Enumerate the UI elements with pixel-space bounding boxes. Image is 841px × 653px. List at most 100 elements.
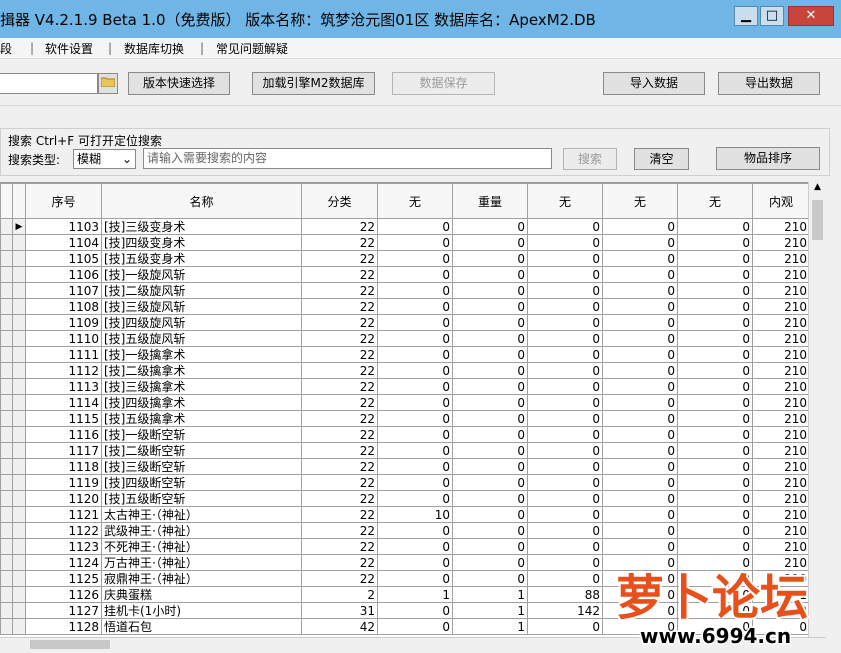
table-cell[interactable]: 210 [752, 250, 810, 267]
table-cell[interactable]: [技]五级旋风斩 [101, 330, 302, 347]
table-cell[interactable]: 0 [377, 570, 453, 587]
table-cell[interactable]: 22 [301, 362, 378, 379]
table-cell[interactable]: 22 [301, 570, 378, 587]
table-cell[interactable]: 0 [602, 490, 678, 507]
menu-faq[interactable]: 常见问题解疑 [216, 40, 288, 57]
table-cell[interactable]: 1 [377, 586, 453, 603]
table-cell[interactable]: 210 [752, 458, 810, 475]
table-cell[interactable]: 10 [377, 506, 453, 523]
table-cell[interactable]: 1106 [25, 266, 102, 283]
table-cell[interactable]: 0 [452, 410, 528, 427]
row-indicator[interactable] [12, 474, 26, 491]
table-cell[interactable]: 0 [452, 490, 528, 507]
table-cell[interactable]: 1109 [25, 314, 102, 331]
table-cell[interactable]: 210 [752, 234, 810, 251]
table-cell[interactable]: 22 [301, 474, 378, 491]
table-cell[interactable]: 0 [452, 570, 528, 587]
table-cell[interactable]: 0 [377, 298, 453, 315]
table-cell[interactable]: 2 [301, 586, 378, 603]
table-cell[interactable]: 22 [301, 234, 378, 251]
table-cell[interactable]: 0 [452, 250, 528, 267]
folder-icon[interactable] [98, 73, 118, 94]
table-cell[interactable]: 0 [527, 266, 603, 283]
row-indicator[interactable] [12, 442, 26, 459]
row-indicator[interactable] [12, 298, 26, 315]
table-cell[interactable]: 0 [377, 378, 453, 395]
row-indicator[interactable] [12, 410, 26, 427]
table-cell[interactable]: 0 [452, 234, 528, 251]
column-header[interactable]: 序号 [25, 183, 102, 219]
row-indicator[interactable] [12, 586, 26, 603]
table-cell[interactable]: 210 [752, 282, 810, 299]
row-indicator[interactable] [12, 250, 26, 267]
table-cell[interactable]: 挂机卡(1小时) [101, 602, 302, 619]
table-cell[interactable]: 1104 [25, 234, 102, 251]
row-indicator[interactable] [12, 458, 26, 475]
table-cell[interactable]: 210 [752, 442, 810, 459]
table-cell[interactable]: 22 [301, 298, 378, 315]
table-cell[interactable]: 0 [377, 538, 453, 555]
scroll-thumb[interactable] [812, 200, 823, 240]
table-cell[interactable]: 22 [301, 458, 378, 475]
column-header[interactable]: 名称 [101, 183, 302, 219]
table-row[interactable]: 1107 [技]二级旋风斩 22 0 0 0 0 0 210 [0, 282, 810, 299]
table-cell[interactable]: 0 [452, 458, 528, 475]
table-cell[interactable]: 0 [377, 426, 453, 443]
table-cell[interactable]: 0 [377, 234, 453, 251]
table-cell[interactable]: 0 [452, 554, 528, 571]
table-cell[interactable]: 0 [527, 458, 603, 475]
table-cell[interactable]: 1114 [25, 394, 102, 411]
table-cell[interactable]: [技]一级擒拿术 [101, 346, 302, 363]
table-cell[interactable]: [技]三级断空斩 [101, 458, 302, 475]
table-cell[interactable]: 22 [301, 490, 378, 507]
table-cell[interactable]: 0 [377, 554, 453, 571]
column-header[interactable]: 分类 [301, 183, 378, 219]
table-cell[interactable]: 1118 [25, 458, 102, 475]
version-select-button[interactable]: 版本快速选择 [128, 72, 230, 95]
load-engine-button[interactable]: 加载引擎M2数据库 [252, 72, 375, 95]
table-cell[interactable]: 0 [377, 618, 453, 635]
table-cell[interactable]: [技]一级断空斩 [101, 426, 302, 443]
table-cell[interactable]: 0 [677, 522, 753, 539]
table-cell[interactable]: 0 [377, 250, 453, 267]
table-cell[interactable]: 0 [602, 298, 678, 315]
table-cell[interactable]: 1121 [25, 506, 102, 523]
table-cell[interactable]: 1107 [25, 282, 102, 299]
table-cell[interactable]: 不死神王·（神祉） [101, 538, 302, 555]
table-cell[interactable]: 太古神王·（神祉） [101, 506, 302, 523]
table-cell[interactable]: [技]一级旋风斩 [101, 266, 302, 283]
table-cell[interactable]: 0 [527, 394, 603, 411]
table-row[interactable]: 1113 [技]三级擒拿术 22 0 0 0 0 0 210 [0, 378, 810, 395]
table-cell[interactable]: 210 [752, 474, 810, 491]
table-row[interactable]: 1105 [技]五级变身术 22 0 0 0 0 0 210 [0, 250, 810, 267]
table-cell[interactable]: 0 [377, 282, 453, 299]
table-cell[interactable]: 0 [677, 410, 753, 427]
table-cell[interactable]: 0 [677, 394, 753, 411]
table-cell[interactable]: 22 [301, 522, 378, 539]
table-cell[interactable]: 1112 [25, 362, 102, 379]
table-cell[interactable]: 0 [677, 442, 753, 459]
table-cell[interactable]: 0 [377, 474, 453, 491]
table-cell[interactable]: 0 [527, 442, 603, 459]
row-indicator[interactable] [12, 346, 26, 363]
menu-software-settings[interactable]: 软件设置 [45, 40, 93, 57]
table-cell[interactable]: 0 [527, 570, 603, 587]
table-cell[interactable]: [技]二级擒拿术 [101, 362, 302, 379]
table-cell[interactable]: 0 [527, 378, 603, 395]
table-cell[interactable]: 0 [677, 426, 753, 443]
table-cell[interactable]: 0 [677, 234, 753, 251]
table-cell[interactable]: 0 [452, 330, 528, 347]
table-cell[interactable]: [技]二级旋风斩 [101, 282, 302, 299]
table-cell[interactable]: 0 [452, 282, 528, 299]
row-indicator[interactable] [12, 570, 26, 587]
table-cell[interactable]: 0 [677, 266, 753, 283]
table-cell[interactable]: 0 [377, 218, 453, 235]
table-cell[interactable]: 210 [752, 394, 810, 411]
table-cell[interactable]: 88 [527, 586, 603, 603]
column-header[interactable]: 内观 [752, 183, 810, 219]
table-cell[interactable]: [技]三级变身术 [101, 218, 302, 235]
menu-db-switch[interactable]: 数据库切换 [124, 40, 184, 57]
table-cell[interactable]: 0 [602, 234, 678, 251]
row-indicator[interactable] [12, 378, 26, 395]
column-header[interactable]: 无 [677, 183, 753, 219]
